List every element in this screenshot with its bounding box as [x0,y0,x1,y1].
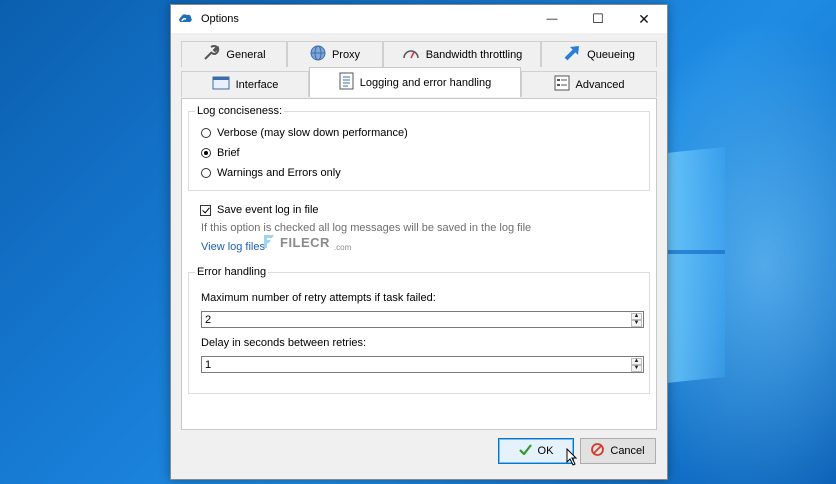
retry-delay-stepper[interactable]: 1 ▲ ▼ [201,356,644,373]
log-conciseness-legend: Log conciseness: [195,105,284,117]
tab-logging-and-error-handling[interactable]: Logging and error handling [309,67,521,97]
stepper-up-icon[interactable]: ▲ [631,313,642,320]
windows-logo-divider [665,250,725,254]
tab-advanced[interactable]: Advanced [521,71,657,97]
tab-proxy[interactable]: Proxy [287,41,383,67]
stepper-down-icon[interactable]: ▼ [631,365,642,372]
tab-bandwidth-throttling[interactable]: Bandwidth throttling [383,41,541,67]
tab-strip: General Proxy Bandwidth throttling Queue… [181,41,657,99]
view-log-files-link[interactable]: View log files [201,241,265,253]
window-title: Options [201,13,239,25]
radio-warnings-errors[interactable]: Warnings and Errors only [201,167,341,179]
tab-panel-logging: Log conciseness: Verbose (may slow down … [181,98,657,430]
ok-button[interactable]: OK [498,438,574,464]
error-handling-legend: Error handling [195,266,269,278]
event-log-hint: If this option is checked all log messag… [201,222,532,234]
window-icon [212,76,230,93]
stepper-up-icon[interactable]: ▲ [631,358,642,365]
checkbox-indicator[interactable] [200,204,211,216]
radio-indicator[interactable] [201,148,211,158]
options-dialog: Options — ☐ ✕ General Proxy Bandwidth th… [170,4,668,480]
gauge-icon [402,46,420,63]
wrench-icon [202,44,220,65]
checkbox-label: Save event log in file [217,204,319,216]
windows-logo-pane [665,146,725,384]
mouse-cursor-icon [566,447,578,469]
checkmark-icon [518,444,532,458]
radio-label: Verbose (may slow down performance) [217,127,408,139]
tab-general[interactable]: General [181,41,287,67]
radio-verbose[interactable]: Verbose (may slow down performance) [201,127,408,139]
tab-queueing[interactable]: Queueing [541,41,657,67]
app-cloud-icon [178,13,193,28]
retry-attempts-stepper[interactable]: 2 ▲ ▼ [201,311,644,328]
tab-interface[interactable]: Interface [181,71,309,97]
error-handling-group: Error handling Maximum number of retry a… [188,266,650,394]
document-icon [339,72,354,93]
retry-delay-value[interactable]: 1 [205,359,211,371]
tab-label: Advanced [575,78,625,91]
cancel-label: Cancel [610,445,645,457]
watermark-logo-icon [262,233,276,252]
cancel-button[interactable]: Cancel [580,438,656,464]
radio-indicator[interactable] [201,168,211,178]
minimize-icon: — [546,13,558,25]
radio-label: Warnings and Errors only [217,167,341,179]
save-event-log-checkbox[interactable]: Save event log in file [200,204,319,216]
arrow-up-right-icon [563,44,581,65]
retry-attempts-label: Maximum number of retry attempts if task… [201,292,436,304]
close-icon: ✕ [638,10,650,27]
stepper-arrows[interactable]: ▲ ▼ [631,358,642,372]
tab-label: Interface [235,78,279,91]
tab-label: Logging and error handling [359,76,492,89]
radio-label: Brief [217,147,240,159]
filecr-watermark: FILECR .com [262,233,351,252]
title-bar[interactable]: Options — ☐ ✕ [171,5,667,33]
minimize-button[interactable]: — [529,5,575,33]
watermark-sub: .com [333,243,352,252]
close-button[interactable]: ✕ [621,5,667,33]
watermark-text: FILECR [280,235,330,250]
tab-label: Bandwidth throttling [425,48,523,61]
stepper-arrows[interactable]: ▲ ▼ [631,313,642,327]
radio-indicator[interactable] [201,128,211,138]
tab-label: General [226,48,266,61]
globe-icon [310,45,326,64]
maximize-button[interactable]: ☐ [575,5,621,33]
tab-label: Queueing [587,48,635,61]
retry-attempts-value[interactable]: 2 [205,314,211,326]
ok-label: OK [537,445,554,457]
maximize-icon: ☐ [592,11,604,26]
retry-delay-label: Delay in seconds between retries: [201,337,367,349]
log-conciseness-group: Log conciseness: Verbose (may slow down … [188,105,650,191]
stepper-down-icon[interactable]: ▼ [631,320,642,327]
tab-label: Proxy [331,48,361,61]
cancel-icon [591,443,605,459]
radio-brief[interactable]: Brief [201,147,240,159]
list-settings-icon [554,75,570,94]
